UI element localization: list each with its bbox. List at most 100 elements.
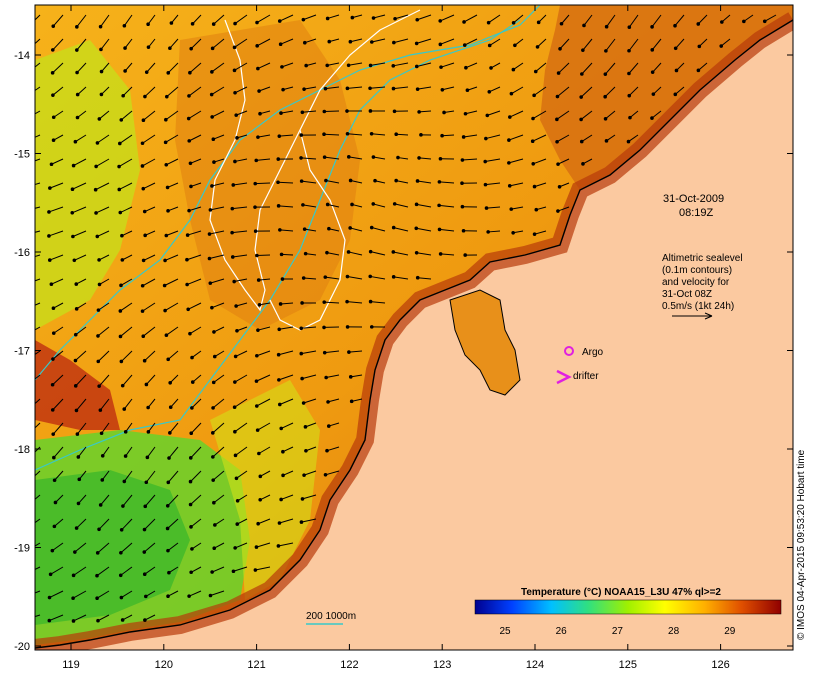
velocity-arrow-head xyxy=(166,209,170,213)
velocity-arrow-head xyxy=(530,139,535,144)
velocity-arrow-head xyxy=(462,20,466,24)
velocity-arrow-head xyxy=(673,23,677,28)
velocity-arrow-head xyxy=(142,209,147,214)
velocity-arrow-head xyxy=(165,503,170,508)
velocity-arrow-head xyxy=(485,113,490,118)
velocity-arrow-head xyxy=(52,478,57,483)
velocity-arrow-head xyxy=(121,504,125,508)
velocity-arrow-head xyxy=(47,234,51,238)
velocity-arrow-head xyxy=(29,479,32,482)
velocity-arrow-head xyxy=(438,252,443,256)
velocity-arrow-head xyxy=(144,480,149,485)
velocity-arrow-head xyxy=(696,68,701,73)
velocity-arrow-head xyxy=(368,63,373,68)
velocity-arrow-head xyxy=(233,159,237,164)
velocity-arrow-head xyxy=(119,283,123,288)
velocity-arrow-head xyxy=(27,94,30,97)
velocity-arrow-head xyxy=(95,234,100,239)
velocity-arrow-head xyxy=(603,72,608,76)
velocity-arrow-head xyxy=(48,186,52,190)
velocity-arrow-head xyxy=(299,156,303,160)
velocity-arrow-head xyxy=(438,156,443,161)
velocity-arrow-head xyxy=(50,548,55,553)
velocity-arrow-head xyxy=(166,480,171,485)
velocity-arrow-head xyxy=(119,551,123,555)
velocity-arrow-head xyxy=(145,455,150,460)
y-tick-label: -20 xyxy=(14,641,30,653)
velocity-arrow-head xyxy=(118,573,123,578)
colorbar-tick-label: 28 xyxy=(668,626,680,637)
velocity-arrow-head xyxy=(99,47,103,52)
velocity-arrow-head xyxy=(164,233,169,238)
velocity-arrow-head xyxy=(440,133,444,138)
velocity-arrow-head xyxy=(232,405,237,410)
velocity-arrow-head xyxy=(604,24,609,29)
velocity-arrow-head xyxy=(51,432,56,436)
velocity-arrow-head xyxy=(235,328,239,333)
velocity-arrow-head xyxy=(327,39,332,44)
velocity-arrow-head xyxy=(369,131,374,136)
velocity-arrow-head xyxy=(230,206,235,211)
velocity-arrow-head xyxy=(392,40,396,45)
velocity-arrow-head xyxy=(73,139,78,144)
velocity-arrow-head xyxy=(143,94,147,99)
velocity-arrow-head xyxy=(95,551,100,555)
velocity-arrow-head xyxy=(72,258,77,263)
velocity-arrow-head xyxy=(190,22,195,26)
velocity-arrow-head xyxy=(464,65,468,70)
velocity-arrow-head xyxy=(100,478,105,482)
velocity-arrow-head xyxy=(187,208,191,213)
velocity-arrow-head xyxy=(277,134,282,138)
velocity-arrow-head xyxy=(210,305,214,310)
velocity-arrow-head xyxy=(118,141,122,146)
velocity-arrow-head xyxy=(255,353,259,358)
velocity-arrow-head xyxy=(146,405,150,410)
velocity-arrow-head xyxy=(51,115,56,120)
velocity-arrow-head xyxy=(460,158,465,162)
velocity-arrow-head xyxy=(76,455,81,459)
velocity-arrow-head xyxy=(118,309,123,313)
velocity-arrow-head xyxy=(98,408,103,412)
velocity-arrow-head xyxy=(97,527,101,532)
velocity-arrow-head xyxy=(47,595,52,600)
velocity-arrow-head xyxy=(188,502,193,507)
velocity-arrow-head xyxy=(368,109,373,113)
velocity-arrow-head xyxy=(187,594,191,598)
velocity-arrow-head xyxy=(212,354,217,359)
velocity-arrow-head xyxy=(371,202,376,206)
velocity-arrow-head xyxy=(71,596,75,601)
velocity-arrow xyxy=(256,254,271,257)
velocity-arrow-head xyxy=(168,46,172,51)
velocity-arrow-head xyxy=(393,16,397,21)
velocity-arrow-head xyxy=(188,331,192,336)
velocity-arrow-head xyxy=(142,527,147,532)
velocity-arrow-head xyxy=(559,21,564,26)
velocity-arrow-head xyxy=(187,94,191,98)
velocity-arrow-head xyxy=(650,25,654,29)
velocity-arrow-head xyxy=(536,20,541,25)
velocity-arrow-head xyxy=(301,203,305,207)
velocity-arrow-head xyxy=(140,164,145,168)
velocity-arrow-head xyxy=(254,158,259,163)
x-tick-label: 125 xyxy=(619,659,637,671)
velocity-arrow-head xyxy=(279,497,283,502)
velocity-arrow-head xyxy=(163,258,167,263)
velocity-arrow-head xyxy=(392,109,397,114)
velocity-arrow-head xyxy=(322,109,327,114)
velocity-arrow-head xyxy=(369,325,374,329)
velocity-arrow-head xyxy=(47,210,51,214)
velocity-arrow-head xyxy=(163,308,167,313)
velocity-arrow-head xyxy=(304,448,308,453)
velocity-arrow-head xyxy=(230,255,235,259)
velocity-arrow-head xyxy=(210,570,214,574)
colorbar xyxy=(474,599,782,615)
velocity-arrow-head xyxy=(96,334,100,338)
velocity-arrow-head xyxy=(234,113,239,117)
velocity-arrow-head xyxy=(350,15,355,20)
velocity-arrow-head xyxy=(122,407,127,411)
velocity-arrow-head xyxy=(322,300,327,304)
velocity-arrow-head xyxy=(531,162,536,166)
velocity-arrow-head xyxy=(123,69,127,73)
velocity-arrow-head xyxy=(190,547,194,551)
velocity-arrow-head xyxy=(211,22,216,26)
